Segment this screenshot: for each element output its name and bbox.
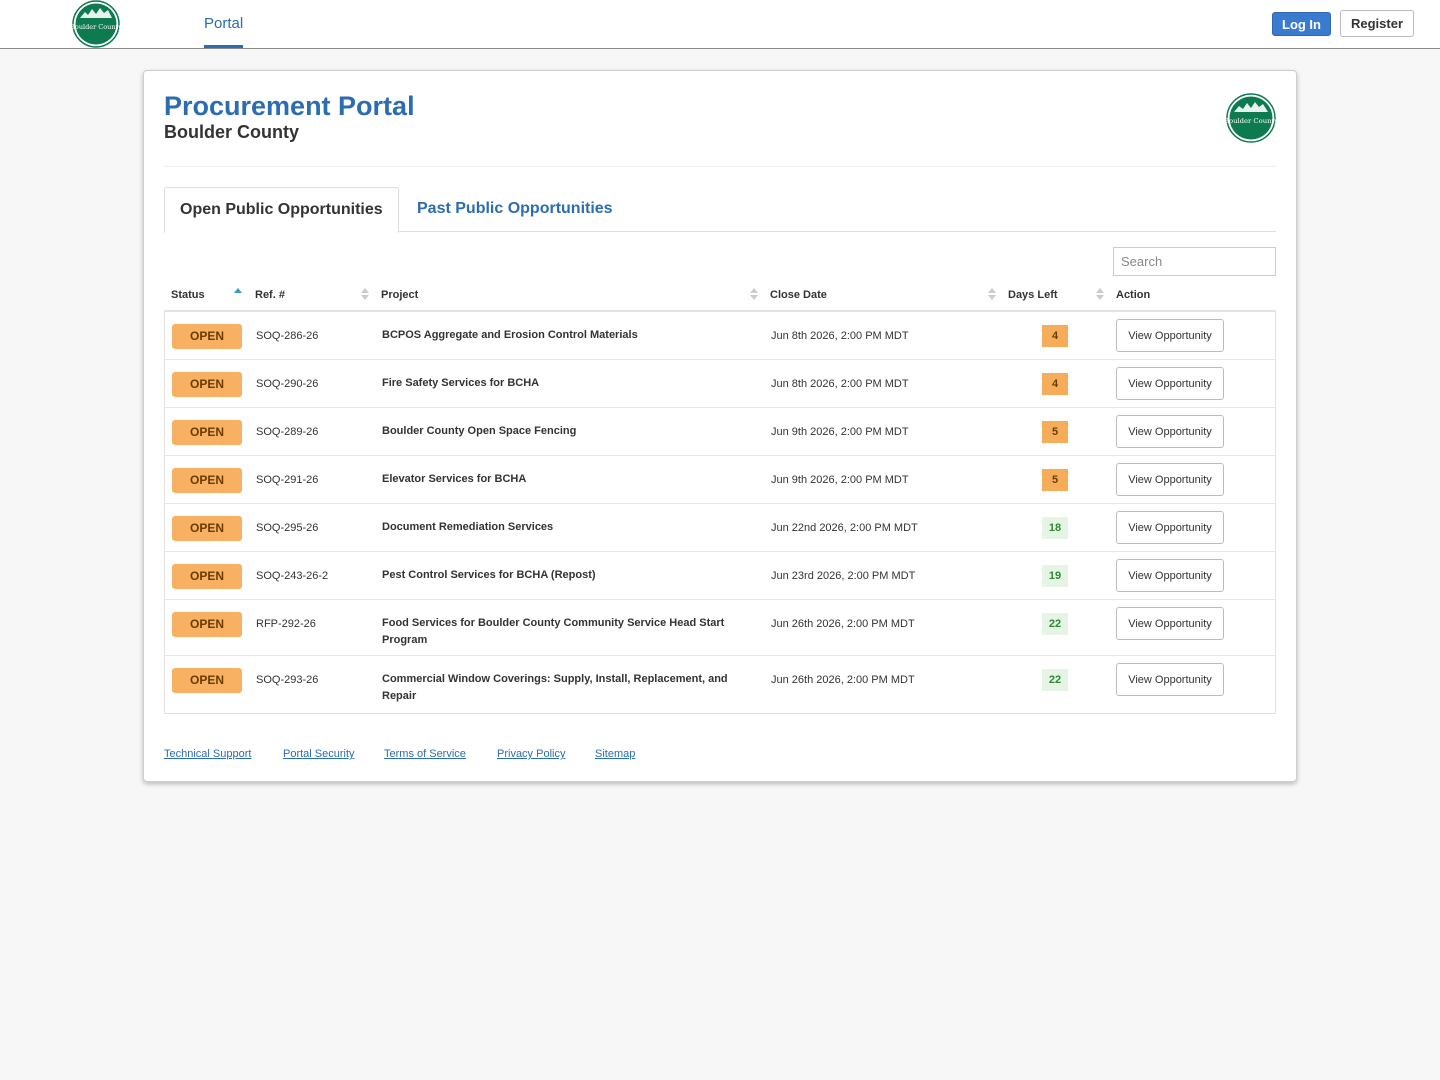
column-header-days-left[interactable]: Days Left — [1008, 284, 1058, 310]
ref-number: SOQ-290-26 — [256, 378, 319, 390]
project-name: Document Remediation Services — [382, 521, 554, 533]
project-name: Fire Safety Services for BCHA — [382, 377, 540, 389]
status-badge: OPEN — [172, 372, 242, 397]
seal-wordmark: Boulder County — [1226, 117, 1276, 125]
ref-number: SOQ-289-26 — [256, 426, 319, 438]
view-opportunity-button[interactable]: View Opportunity — [1116, 559, 1224, 592]
table-row: OPEN SOQ-293-26 Commercial Window Coveri… — [165, 656, 1275, 713]
view-opportunity-button[interactable]: View Opportunity — [1116, 367, 1224, 400]
ref-number: SOQ-295-26 — [256, 522, 319, 534]
logo-wordmark: Boulder County — [72, 23, 120, 31]
status-badge: OPEN — [172, 612, 242, 637]
header-divider — [164, 166, 1276, 167]
project-name: Food Services for Boulder County Communi… — [382, 617, 725, 646]
days-left-badge: 22 — [1042, 669, 1068, 691]
view-opportunity-button[interactable]: View Opportunity — [1116, 663, 1224, 696]
table-row: OPEN SOQ-243-26-2 Pest Control Services … — [165, 552, 1275, 600]
column-header-action: Action — [1116, 284, 1150, 310]
page-title: Procurement Portal — [164, 91, 415, 121]
column-header-project-label: Project — [381, 289, 419, 301]
table-row: OPEN SOQ-290-26 Fire Safety Services for… — [165, 360, 1275, 408]
footer-link-technical-support[interactable]: Technical Support — [164, 748, 251, 760]
ref-number: SOQ-291-26 — [256, 474, 319, 486]
ref-number: RFP-292-26 — [256, 618, 316, 630]
status-badge: OPEN — [172, 468, 242, 493]
boulder-county-logo[interactable]: Boulder County — [72, 0, 120, 48]
search-input[interactable] — [1113, 247, 1276, 276]
project-name: Boulder County Open Space Fencing — [382, 425, 577, 437]
status-badge: OPEN — [172, 668, 242, 693]
view-opportunity-button[interactable]: View Opportunity — [1116, 607, 1224, 640]
column-header-status[interactable]: Status — [171, 284, 205, 310]
column-header-ref-label: Ref. # — [255, 289, 285, 301]
close-date: Jun 8th 2026, 2:00 PM MDT — [771, 378, 909, 390]
close-date: Jun 9th 2026, 2:00 PM MDT — [771, 474, 909, 486]
project-name: Elevator Services for BCHA — [382, 473, 527, 485]
nav-tab-portal[interactable]: Portal — [204, 0, 244, 48]
portal-card: Procurement Portal Boulder County Boulde… — [143, 70, 1297, 782]
table-row: OPEN RFP-292-26 Food Services for Boulde… — [165, 600, 1275, 656]
footer-link-privacy-policy[interactable]: Privacy Policy — [497, 748, 565, 760]
close-date: Jun 26th 2026, 2:00 PM MDT — [771, 674, 915, 686]
column-header-status-label: Status — [171, 289, 205, 301]
sort-icon[interactable] — [361, 288, 369, 302]
view-opportunity-button[interactable]: View Opportunity — [1116, 319, 1224, 352]
sort-icon[interactable] — [234, 288, 242, 302]
project-name: BCPOS Aggregate and Erosion Control Mate… — [382, 329, 638, 341]
page-subtitle: Boulder County — [164, 122, 299, 142]
close-date: Jun 26th 2026, 2:00 PM MDT — [771, 618, 915, 630]
column-header-ref[interactable]: Ref. # — [255, 284, 285, 310]
view-opportunity-button[interactable]: View Opportunity — [1116, 511, 1224, 544]
top-nav-bar: Boulder County Portal Log In Register — [0, 0, 1440, 49]
days-left-badge: 4 — [1042, 373, 1068, 395]
table-row: OPEN SOQ-286-26 BCPOS Aggregate and Eros… — [165, 312, 1275, 360]
footer-link-portal-security[interactable]: Portal Security — [283, 748, 355, 760]
status-badge: OPEN — [172, 324, 242, 349]
login-button[interactable]: Log In — [1272, 12, 1331, 36]
footer-link-sitemap[interactable]: Sitemap — [595, 748, 635, 760]
column-header-days-left-label: Days Left — [1008, 289, 1058, 301]
opportunities-table-body: OPEN SOQ-286-26 BCPOS Aggregate and Eros… — [164, 312, 1276, 714]
column-header-close-date-label: Close Date — [770, 289, 827, 301]
days-left-badge: 18 — [1042, 517, 1068, 539]
close-date: Jun 22nd 2026, 2:00 PM MDT — [771, 522, 918, 534]
days-left-badge: 19 — [1042, 565, 1068, 587]
register-button[interactable]: Register — [1340, 10, 1414, 37]
days-left-badge: 22 — [1042, 613, 1068, 635]
project-name: Pest Control Services for BCHA (Repost) — [382, 569, 596, 581]
ref-number: SOQ-286-26 — [256, 330, 319, 342]
ref-number: SOQ-243-26-2 — [256, 570, 329, 582]
project-name: Commercial Window Coverings: Supply, Ins… — [382, 673, 728, 702]
days-left-badge: 5 — [1042, 421, 1068, 443]
view-opportunity-button[interactable]: View Opportunity — [1116, 415, 1224, 448]
status-badge: OPEN — [172, 564, 242, 589]
sort-icon[interactable] — [750, 288, 758, 302]
days-left-badge: 5 — [1042, 469, 1068, 491]
close-date: Jun 8th 2026, 2:00 PM MDT — [771, 330, 909, 342]
table-header: Status Ref. # Project Close Date Days Le… — [164, 284, 1276, 312]
column-header-action-label: Action — [1116, 289, 1151, 301]
ref-number: SOQ-293-26 — [256, 674, 319, 686]
column-header-close-date[interactable]: Close Date — [770, 284, 827, 310]
close-date: Jun 9th 2026, 2:00 PM MDT — [771, 426, 909, 438]
tab-open-opportunities[interactable]: Open Public Opportunities — [164, 187, 399, 233]
days-left-badge: 4 — [1042, 325, 1068, 347]
sort-icon[interactable] — [988, 288, 996, 302]
sort-icon[interactable] — [1096, 288, 1104, 302]
table-row: OPEN SOQ-295-26 Document Remediation Ser… — [165, 504, 1275, 552]
tab-past-opportunities[interactable]: Past Public Opportunities — [417, 187, 613, 233]
boulder-county-seal: Boulder County — [1226, 93, 1276, 143]
column-header-project[interactable]: Project — [381, 284, 418, 310]
status-badge: OPEN — [172, 420, 242, 445]
footer-link-terms-of-service[interactable]: Terms of Service — [384, 748, 466, 760]
table-row: OPEN SOQ-289-26 Boulder County Open Spac… — [165, 408, 1275, 456]
close-date: Jun 23rd 2026, 2:00 PM MDT — [771, 570, 916, 582]
view-opportunity-button[interactable]: View Opportunity — [1116, 463, 1224, 496]
status-badge: OPEN — [172, 516, 242, 541]
table-row: OPEN SOQ-291-26 Elevator Services for BC… — [165, 456, 1275, 504]
